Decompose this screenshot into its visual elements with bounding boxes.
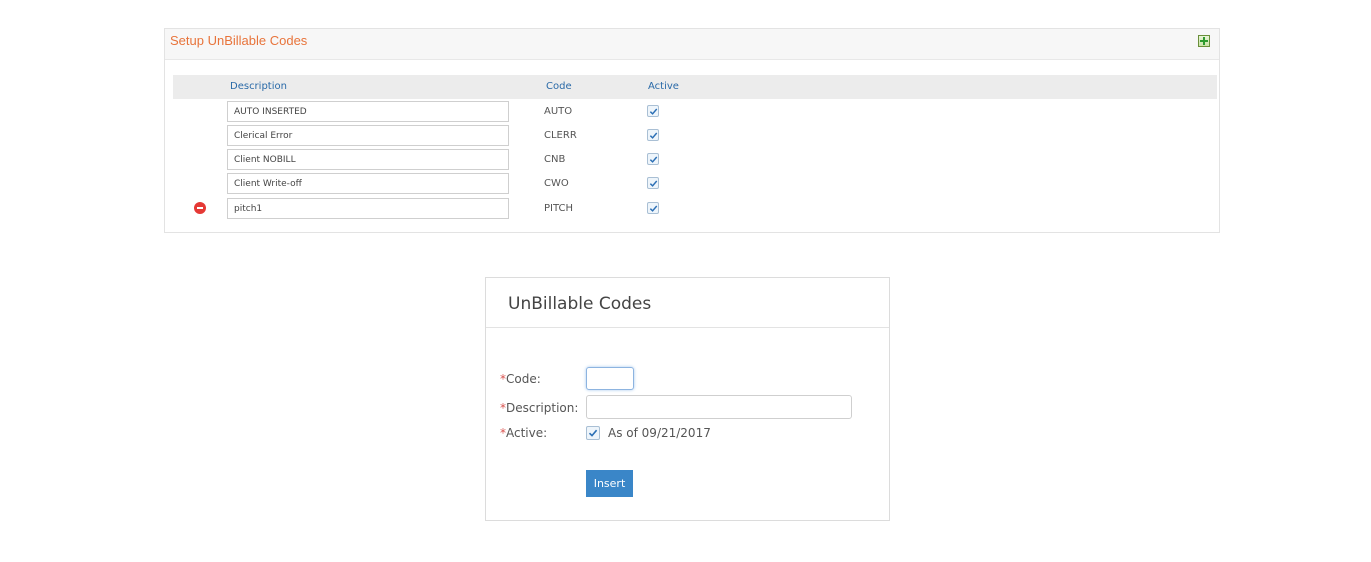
check-icon — [649, 205, 657, 212]
check-icon — [588, 429, 598, 437]
row-description-input[interactable] — [227, 198, 509, 219]
row-description-input[interactable] — [227, 149, 509, 170]
check-icon — [649, 132, 657, 139]
as-of-date: 09/21/2017 — [641, 426, 711, 440]
check-icon — [649, 156, 657, 163]
row-code: PITCH — [544, 203, 574, 214]
panel-title: Setup UnBillable Codes — [170, 33, 308, 48]
grid-header: Description Code Active — [173, 75, 1217, 99]
table-row: CNB — [165, 149, 1219, 171]
unbillable-codes-dialog: UnBillable Codes *Code: *Description: *A… — [485, 277, 890, 521]
active-label: *Active: — [500, 426, 547, 440]
dialog-header: UnBillable Codes — [486, 278, 889, 328]
dialog-title: UnBillable Codes — [508, 294, 652, 314]
row-code: AUTO — [544, 106, 573, 117]
row-active-checkbox[interactable] — [647, 177, 659, 189]
column-header-active[interactable]: Active — [648, 81, 679, 92]
table-row: AUTO — [165, 101, 1219, 123]
description-input[interactable] — [586, 395, 852, 419]
insert-button[interactable]: Insert — [586, 470, 633, 497]
row-active-checkbox[interactable] — [647, 105, 659, 117]
row-active-checkbox[interactable] — [647, 129, 659, 141]
row-description-input[interactable] — [227, 125, 509, 146]
row-code: CWO — [544, 178, 569, 189]
code-label: *Code: — [500, 372, 541, 386]
row-active-checkbox[interactable] — [647, 153, 659, 165]
table-row: CLERR — [165, 125, 1219, 147]
row-code: CNB — [544, 154, 566, 165]
description-label: *Description: — [500, 401, 578, 415]
code-input[interactable] — [586, 367, 634, 390]
panel-header: Setup UnBillable Codes — [165, 29, 1219, 60]
table-row: PITCH — [165, 198, 1219, 220]
add-icon[interactable] — [1198, 35, 1210, 47]
as-of-prefix: As of — [608, 426, 638, 440]
column-header-code[interactable]: Code — [546, 81, 572, 92]
row-description-input[interactable] — [227, 173, 509, 194]
check-icon — [649, 108, 657, 115]
setup-unbillable-codes-panel: Setup UnBillable Codes Description Code … — [164, 28, 1220, 233]
row-code: CLERR — [544, 130, 577, 141]
row-description-input[interactable] — [227, 101, 509, 122]
column-header-description[interactable]: Description — [230, 81, 287, 92]
active-checkbox[interactable] — [586, 426, 600, 440]
check-icon — [649, 180, 657, 187]
description-label-text: Description: — [506, 401, 579, 415]
delete-row-icon[interactable] — [194, 202, 206, 214]
as-of-text: As of 09/21/2017 — [608, 426, 711, 440]
table-row: CWO — [165, 173, 1219, 195]
active-label-text: Active: — [506, 426, 548, 440]
row-active-checkbox[interactable] — [647, 202, 659, 214]
code-label-text: Code: — [506, 372, 541, 386]
